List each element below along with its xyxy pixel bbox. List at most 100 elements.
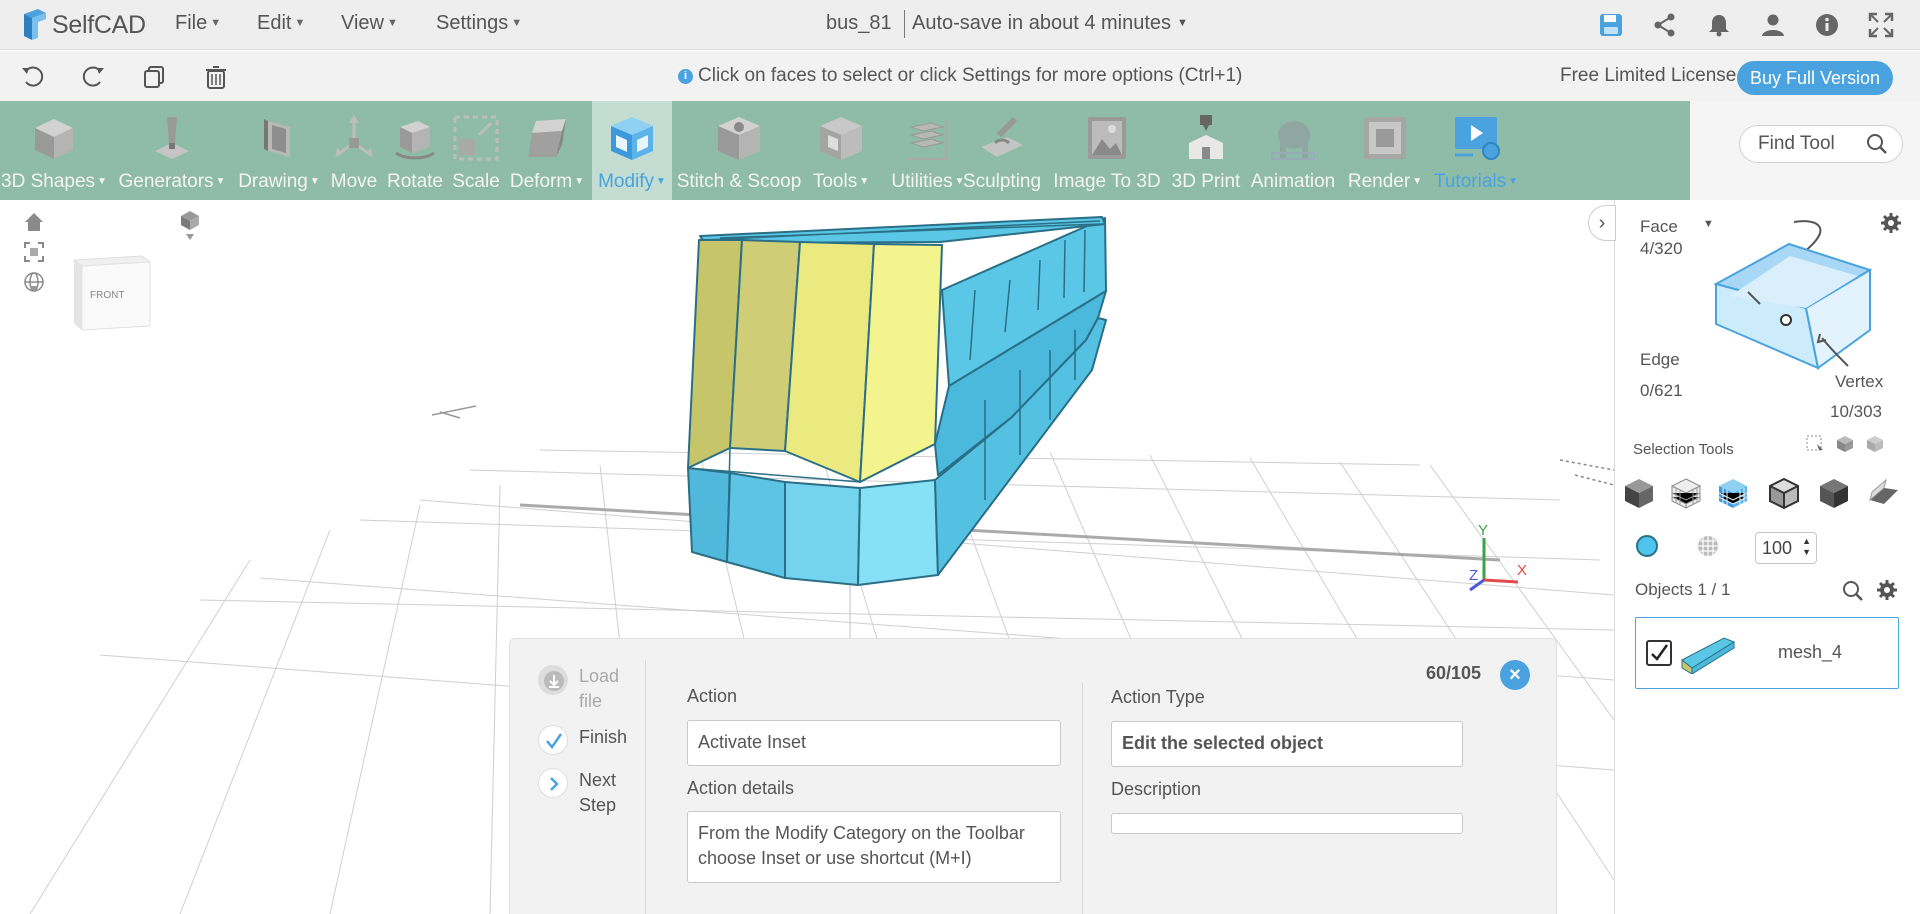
- title-divider: [904, 10, 905, 38]
- finish-step-circle: [538, 725, 568, 755]
- tool-scale[interactable]: Scale: [448, 101, 504, 200]
- select-visible-icon[interactable]: [1835, 434, 1855, 454]
- tool-modify[interactable]: Modify ▼: [592, 101, 672, 200]
- selection-mode-cube[interactable]: [1690, 218, 1880, 378]
- trash-icon[interactable]: [203, 64, 229, 90]
- tutorial-divider: [1082, 683, 1083, 914]
- tool-drawing[interactable]: Drawing ▼: [234, 101, 324, 200]
- select-rect-icon[interactable]: [1805, 434, 1825, 454]
- tool-sculpting[interactable]: Sculpting: [960, 101, 1044, 200]
- objects-settings-gear-icon[interactable]: [1876, 579, 1898, 601]
- search-objects-icon[interactable]: [1842, 580, 1864, 602]
- menu-view[interactable]: View ▼: [341, 12, 398, 35]
- tool-render[interactable]: Render ▼: [1342, 101, 1428, 200]
- select-plane-icon[interactable]: [1866, 476, 1900, 510]
- autosave-dropdown[interactable]: Auto-save in about 4 minutes ▼: [912, 12, 1188, 35]
- tool-deform[interactable]: Deform ▼: [506, 101, 588, 200]
- action-field: Activate Inset: [687, 720, 1061, 766]
- tool-generators[interactable]: Generators ▼: [113, 101, 231, 200]
- fullscreen-icon[interactable]: [1868, 12, 1894, 38]
- undo-icon[interactable]: [20, 64, 46, 90]
- tool-label: Stitch & Scoop: [676, 171, 802, 192]
- select-edge-cube-icon[interactable]: [1767, 476, 1801, 510]
- menu-edit-label: Edit: [257, 12, 292, 34]
- menu-file[interactable]: File ▼: [175, 12, 221, 35]
- view-cube[interactable]: FRONT: [72, 252, 152, 332]
- action-type-field: Edit the selected object: [1111, 721, 1463, 767]
- scale-icon: [453, 115, 499, 161]
- move-icon: [335, 115, 373, 157]
- tool-animation[interactable]: Animation: [1248, 101, 1338, 200]
- select-through-icon[interactable]: [1865, 434, 1885, 454]
- stepper-arrows-icon[interactable]: ▲ ▼: [1802, 536, 1811, 558]
- user-account-icon[interactable]: [1760, 12, 1786, 38]
- settings-gear-icon[interactable]: [1880, 212, 1902, 234]
- color-swatch[interactable]: [1636, 535, 1658, 557]
- tool-label: Tools ▼: [812, 171, 870, 192]
- object-list-item[interactable]: mesh_4: [1635, 617, 1899, 689]
- texture-sphere-icon[interactable]: [1696, 534, 1720, 558]
- chevron-down-icon: ▼: [511, 17, 523, 29]
- share-icon[interactable]: [1652, 12, 1678, 38]
- tool-move[interactable]: Move: [326, 101, 382, 200]
- tool-tools[interactable]: Tools ▼: [806, 101, 876, 200]
- chevron-down-icon[interactable]: [22, 282, 46, 296]
- step-counter: 60/105: [1426, 663, 1482, 683]
- copy-icon[interactable]: [141, 64, 167, 90]
- selfcad-logo-icon: [24, 9, 46, 40]
- step-next[interactable]: Next Step: [579, 768, 629, 818]
- tool-label: Render ▼: [1347, 171, 1423, 192]
- redo-icon[interactable]: [80, 64, 106, 90]
- action-type-label: Action Type: [1111, 687, 1205, 707]
- tool-stitch-scoop[interactable]: Stitch & Scoop: [674, 101, 804, 200]
- save-icon[interactable]: [1598, 12, 1624, 38]
- home-icon[interactable]: [22, 210, 46, 234]
- bus-mesh: [687, 216, 1107, 586]
- select-object-cube-icon[interactable]: [1622, 476, 1656, 510]
- select-face-cube-icon[interactable]: [1716, 476, 1750, 510]
- fit-view-icon[interactable]: [22, 240, 46, 264]
- animation-icon: [1271, 121, 1315, 160]
- select-mesh-cube-icon[interactable]: [1669, 476, 1703, 510]
- step-finish[interactable]: Finish: [579, 727, 627, 748]
- tool-label: Rotate: [387, 171, 443, 192]
- edge-label[interactable]: Edge: [1640, 350, 1680, 370]
- object-visibility-checkbox[interactable]: [1646, 640, 1672, 666]
- generator-icon: [155, 117, 189, 159]
- next-step-circle[interactable]: [538, 768, 568, 798]
- cube-icon: [35, 119, 73, 159]
- notification-bell-icon[interactable]: [1706, 12, 1732, 38]
- checkmark-icon: [1651, 644, 1669, 661]
- collapse-panel-button[interactable]: ›: [1588, 205, 1616, 241]
- tool-label: 3D Print: [1171, 171, 1241, 192]
- drawing-icon: [264, 119, 290, 157]
- object-thumbnail: [1681, 637, 1736, 674]
- tool-label: 3D Shapes ▼: [1, 171, 107, 192]
- info-icon[interactable]: [1814, 12, 1840, 38]
- chevron-down-icon[interactable]: [178, 230, 202, 244]
- opacity-input[interactable]: 100 ▲ ▼: [1755, 532, 1817, 564]
- face-label[interactable]: Face: [1640, 217, 1678, 237]
- tool-image-to-3d[interactable]: Image To 3D: [1050, 101, 1164, 200]
- app-logo[interactable]: SelfCAD: [20, 5, 146, 45]
- tool-rotate[interactable]: Rotate: [384, 101, 446, 200]
- select-vertex-cube-icon[interactable]: [1817, 476, 1851, 510]
- tool-tutorials[interactable]: Tutorials ▼: [1430, 101, 1522, 200]
- utilities-icon: [907, 119, 948, 160]
- menu-file-label: File: [175, 12, 208, 34]
- tool-label: Scale: [452, 171, 500, 192]
- vertex-label[interactable]: Vertex: [1835, 372, 1883, 392]
- search-icon[interactable]: [1866, 133, 1888, 155]
- menu-settings[interactable]: Settings ▼: [436, 12, 522, 35]
- document-title[interactable]: bus_81: [826, 12, 892, 35]
- axis-z-label: Z: [1469, 567, 1478, 584]
- tool-3d-shapes[interactable]: 3D Shapes ▼: [0, 101, 108, 200]
- tool-3d-print[interactable]: 3D Print: [1166, 101, 1246, 200]
- close-tutorial-button[interactable]: ×: [1500, 660, 1530, 690]
- view-mode-icon[interactable]: [178, 208, 202, 232]
- menu-edit[interactable]: Edit ▼: [257, 12, 305, 35]
- rotate-icon: [395, 121, 435, 160]
- tutorial-icon: [1455, 117, 1500, 160]
- tool-label: Generators ▼: [118, 171, 226, 192]
- buy-full-version-button[interactable]: Buy Full Version: [1737, 61, 1893, 95]
